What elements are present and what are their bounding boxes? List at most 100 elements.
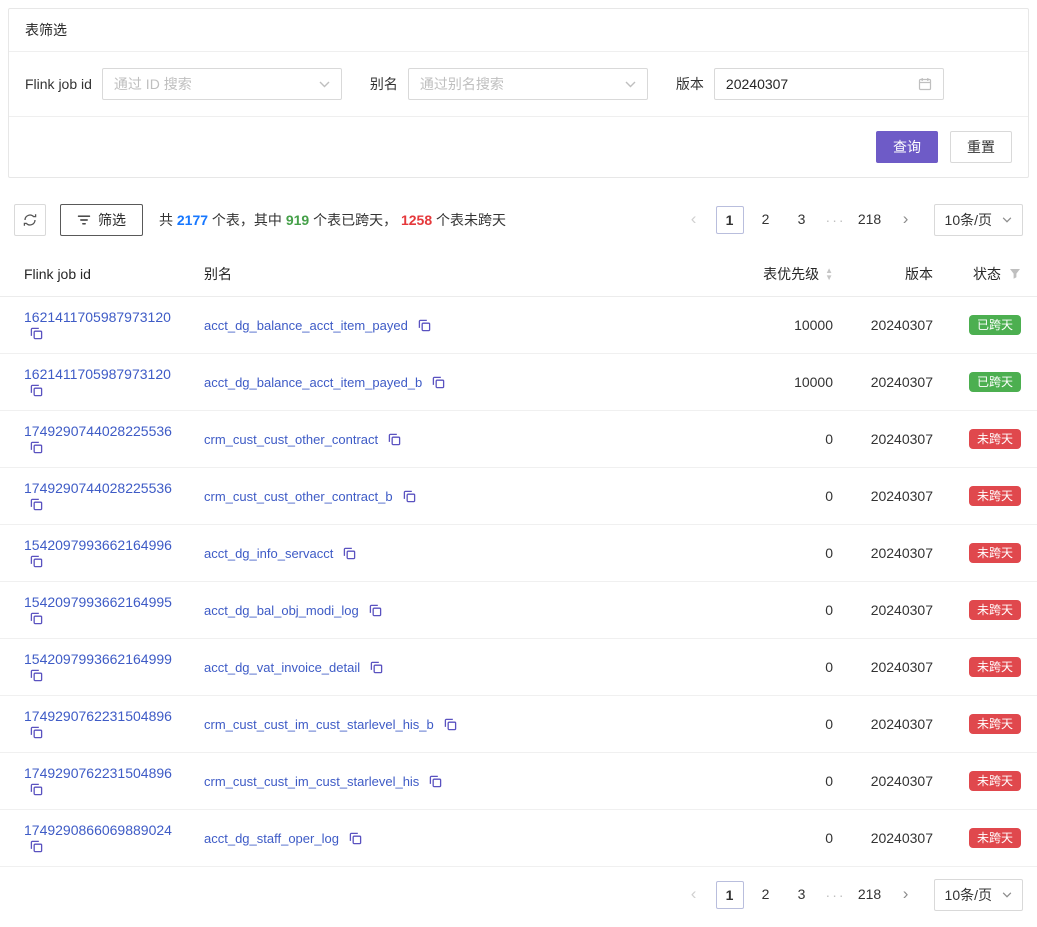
pagination-bottom: ‹ 1 2 3 ··· 218 › 10条/页 [680,879,1023,911]
flink-job-id-link[interactable]: 1749290762231504896 [24,708,172,724]
status-badge: 未跨天 [969,600,1021,620]
copy-icon[interactable] [388,433,401,446]
page-button-last[interactable]: 218 [856,206,884,234]
flink-job-id-cell: 1621411705987973120 [0,354,196,411]
version-cell: 20240307 [841,354,941,411]
version-cell: 20240307 [841,639,941,696]
alias-link[interactable]: acct_dg_info_servacct [204,546,333,561]
page-ellipsis[interactable]: ··· [824,212,848,228]
summary-text: 共 2177 个表，其中 919 个表已跨天， 1258 个表未跨天 [159,210,506,230]
page-button-2[interactable]: 2 [752,881,780,909]
status-cell: 已跨天 [941,297,1037,354]
refresh-button[interactable] [14,204,46,236]
summary-seg2: 个表，其中 [208,212,286,228]
copy-icon[interactable] [432,376,445,389]
copy-icon[interactable] [418,319,431,332]
summary-total-count: 2177 [177,212,208,228]
page-button-2[interactable]: 2 [752,206,780,234]
copy-icon[interactable] [30,726,43,739]
next-page-button[interactable]: › [892,206,920,234]
search-button[interactable]: 查询 [876,131,938,163]
alias-link[interactable]: acct_dg_staff_oper_log [204,831,339,846]
page-button-1[interactable]: 1 [716,206,744,234]
flink-job-id-link[interactable]: 1749290744028225536 [24,423,172,439]
prev-page-button[interactable]: ‹ [680,206,708,234]
flink-job-id-link[interactable]: 1542097993662164995 [24,594,172,610]
alias-select[interactable]: 通过别名搜索 [408,68,648,100]
page-button-last[interactable]: 218 [856,881,884,909]
copy-icon[interactable] [30,669,43,682]
flink-job-id-link[interactable]: 1542097993662164996 [24,537,172,553]
copy-icon[interactable] [30,840,43,853]
version-cell: 20240307 [841,468,941,525]
sort-icon[interactable]: ▲▼ [825,267,833,281]
alias-placeholder: 通过别名搜索 [420,74,504,94]
status-cell: 未跨天 [941,810,1037,867]
alias-link[interactable]: crm_cust_cust_im_cust_starlevel_his [204,774,419,789]
header-priority[interactable]: 表优先级 ▲▼ [701,252,841,297]
flink-job-id-select[interactable]: 通过 ID 搜索 [102,68,342,100]
page-ellipsis[interactable]: ··· [824,887,848,903]
copy-icon[interactable] [30,441,43,454]
flink-job-id-link[interactable]: 1749290866069889024 [24,822,172,838]
chevron-down-icon [319,81,330,88]
copy-icon[interactable] [30,612,43,625]
alias-link[interactable]: acct_dg_vat_invoice_detail [204,660,360,675]
version-date-input[interactable]: 20240307 [714,68,944,100]
status-cell: 未跨天 [941,411,1037,468]
flink-job-id-link[interactable]: 1621411705987973120 [24,309,171,325]
filter-funnel-icon[interactable] [1009,268,1021,280]
flink-job-id-cell: 1542097993662164995 [0,582,196,639]
status-cell: 未跨天 [941,582,1037,639]
flink-job-id-link[interactable]: 1749290762231504896 [24,765,172,781]
alias-link[interactable]: crm_cust_cust_other_contract [204,432,378,447]
table-row: 1542097993662164996 acct_dg_info_servacc… [0,525,1037,582]
copy-icon[interactable] [30,384,43,397]
page-button-3[interactable]: 3 [788,881,816,909]
table-row: 1749290762231504896 crm_cust_cust_im_cus… [0,696,1037,753]
filter-toggle-button[interactable]: 筛选 [60,204,143,236]
flink-job-id-link[interactable]: 1749290744028225536 [24,480,172,496]
header-version: 版本 [841,252,941,297]
copy-icon[interactable] [369,604,382,617]
alias-link[interactable]: acct_dg_balance_acct_item_payed [204,318,408,333]
priority-cell: 0 [701,468,841,525]
status-badge: 已跨天 [969,372,1021,392]
next-page-button[interactable]: › [892,881,920,909]
copy-icon[interactable] [30,555,43,568]
flink-job-id-link[interactable]: 1542097993662164999 [24,651,172,667]
page-button-3[interactable]: 3 [788,206,816,234]
copy-icon[interactable] [444,718,457,731]
copy-icon[interactable] [30,498,43,511]
alias-cell: acct_dg_info_servacct [196,525,701,582]
page-size-select[interactable]: 10条/页 [934,879,1023,911]
copy-icon[interactable] [30,327,43,340]
reset-button[interactable]: 重置 [950,131,1012,163]
flink-job-id-cell: 1749290762231504896 [0,696,196,753]
page-button-1[interactable]: 1 [716,881,744,909]
alias-link[interactable]: acct_dg_balance_acct_item_payed_b [204,375,422,390]
alias-link[interactable]: acct_dg_bal_obj_modi_log [204,603,359,618]
table-row: 1749290866069889024 acct_dg_staff_oper_l… [0,810,1037,867]
priority-cell: 10000 [701,354,841,411]
copy-icon[interactable] [349,832,362,845]
copy-icon[interactable] [30,783,43,796]
flink-job-id-link[interactable]: 1621411705987973120 [24,366,171,382]
page-size-value: 10条/页 [945,885,992,905]
copy-icon[interactable] [370,661,383,674]
alias-link[interactable]: crm_cust_cust_other_contract_b [204,489,393,504]
header-priority-label: 表优先级 [763,264,819,284]
prev-page-button[interactable]: ‹ [680,881,708,909]
header-flink-job-id: Flink job id [0,252,196,297]
copy-icon[interactable] [403,490,416,503]
copy-icon[interactable] [343,547,356,560]
page-size-select[interactable]: 10条/页 [934,204,1023,236]
alias-link[interactable]: crm_cust_cust_im_cust_starlevel_his_b [204,717,434,732]
table-row: 1749290762231504896 crm_cust_cust_im_cus… [0,753,1037,810]
copy-icon[interactable] [429,775,442,788]
status-badge: 未跨天 [969,828,1021,848]
version-date-value: 20240307 [726,76,788,92]
flink-job-id-cell: 1749290744028225536 [0,468,196,525]
flink-job-id-cell: 1749290866069889024 [0,810,196,867]
chevron-down-icon [1002,892,1012,898]
